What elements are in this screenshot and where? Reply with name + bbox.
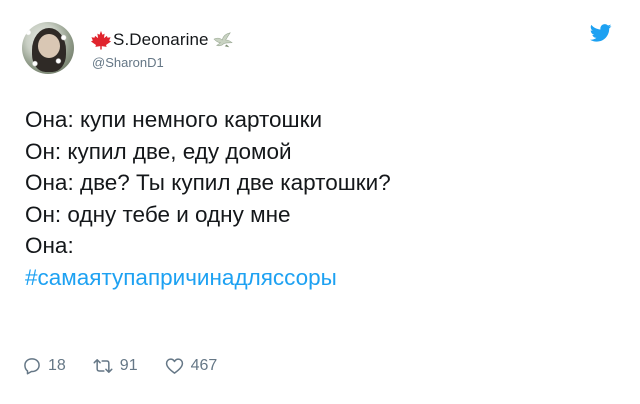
tweet-text: Она: купи немного картошки Он: купил две… <box>25 104 391 293</box>
user-avatar[interactable] <box>22 22 74 74</box>
reply-button[interactable]: 18 <box>22 356 66 376</box>
twitter-bird-icon[interactable] <box>590 24 612 42</box>
reply-icon <box>24 358 40 375</box>
heart-icon <box>165 358 183 374</box>
retweet-icon <box>93 359 113 373</box>
like-button[interactable]: 467 <box>164 356 218 376</box>
tweet-line: Он: купил две, еду домой <box>25 138 292 164</box>
author-display-name[interactable]: S.Deonarine <box>113 30 209 50</box>
reply-count: 18 <box>48 357 66 374</box>
tweet-line: Она: две? Ты купил две картошки? <box>25 170 391 195</box>
hashtag-link[interactable]: #самаятупапричинадляссоры <box>25 262 391 294</box>
retweet-count: 91 <box>119 357 138 374</box>
maple-leaf-icon <box>91 30 111 50</box>
author-handle[interactable]: @SharonD1 <box>92 55 164 70</box>
author-name-row[interactable]: S.Deonarine <box>90 30 234 50</box>
like-count: 467 <box>190 357 218 374</box>
tweet-actions: 18 91 467 <box>22 356 243 376</box>
tweet-line: Она: купи немного картошки <box>25 107 323 132</box>
tweet-line: Она: <box>25 233 74 258</box>
tweet-line: Он: одну тебе и одну мне <box>25 201 291 227</box>
retweet-button[interactable]: 91 <box>92 356 138 376</box>
dove-icon <box>213 32 233 48</box>
avatar-snow <box>22 22 74 74</box>
